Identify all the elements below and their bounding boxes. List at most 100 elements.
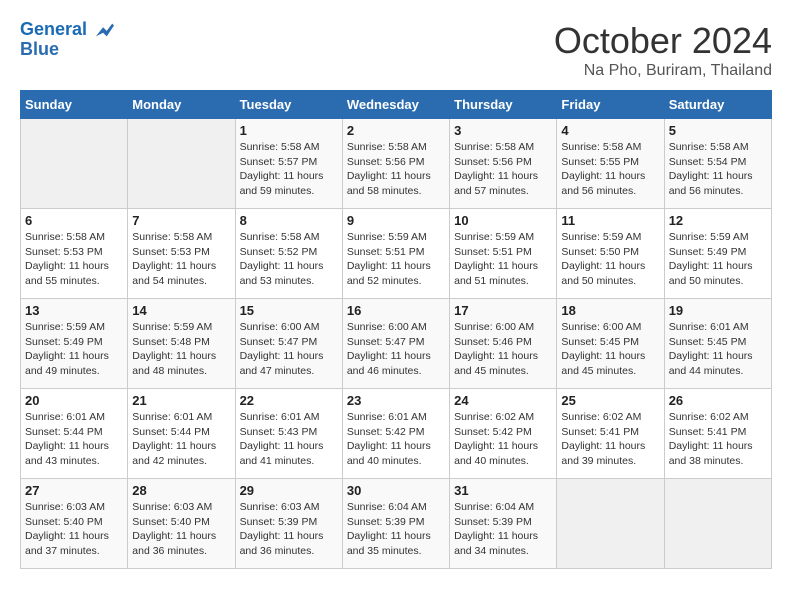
day-info: Sunrise: 5:59 AMSunset: 5:51 PMDaylight:… xyxy=(347,230,445,289)
calendar-cell: 21Sunrise: 6:01 AMSunset: 5:44 PMDayligh… xyxy=(128,389,235,479)
day-info: Sunrise: 6:03 AMSunset: 5:40 PMDaylight:… xyxy=(25,500,123,559)
day-info: Sunrise: 5:58 AMSunset: 5:56 PMDaylight:… xyxy=(454,140,552,199)
day-info: Sunrise: 6:02 AMSunset: 5:42 PMDaylight:… xyxy=(454,410,552,469)
day-info: Sunrise: 5:58 AMSunset: 5:53 PMDaylight:… xyxy=(132,230,230,289)
day-info: Sunrise: 5:58 AMSunset: 5:52 PMDaylight:… xyxy=(240,230,338,289)
day-info: Sunrise: 5:59 AMSunset: 5:50 PMDaylight:… xyxy=(561,230,659,289)
day-info: Sunrise: 5:58 AMSunset: 5:57 PMDaylight:… xyxy=(240,140,338,199)
calendar-cell: 22 Sunrise: 6:01 AMSunset: 5:43 PMDayligh… xyxy=(235,389,342,479)
day-number: 31 xyxy=(454,483,552,498)
weekday-header-monday: Monday xyxy=(128,91,235,119)
calendar-cell xyxy=(21,119,128,209)
calendar-cell: 12 Sunrise: 5:59 AMSunset: 5:49 PMDayligh… xyxy=(664,209,771,299)
calendar-cell: 23 Sunrise: 6:01 AMSunset: 5:42 PMDayligh… xyxy=(342,389,449,479)
calendar-cell: 19Sunrise: 6:01 AMSunset: 5:45 PMDayligh… xyxy=(664,299,771,389)
calendar-cell: 2 Sunrise: 5:58 AMSunset: 5:56 PMDaylight… xyxy=(342,119,449,209)
calendar-cell: 7 Sunrise: 5:58 AMSunset: 5:53 PMDaylight… xyxy=(128,209,235,299)
day-number: 29 xyxy=(240,483,338,498)
day-number: 10 xyxy=(454,213,552,228)
calendar-cell: 13 Sunrise: 5:59 AMSunset: 5:49 PMDayligh… xyxy=(21,299,128,389)
day-number: 23 xyxy=(347,393,445,408)
title-block: October 2024 Na Pho, Buriram, Thailand xyxy=(554,20,772,80)
day-number: 30 xyxy=(347,483,445,498)
day-number: 2 xyxy=(347,123,445,138)
day-number: 25 xyxy=(561,393,659,408)
calendar-cell: 29Sunrise: 6:03 AMSunset: 5:39 PMDayligh… xyxy=(235,479,342,569)
day-info: Sunrise: 6:04 AMSunset: 5:39 PMDaylight:… xyxy=(454,500,552,559)
day-info: Sunrise: 5:59 AMSunset: 5:49 PMDaylight:… xyxy=(25,320,123,379)
logo-general: General xyxy=(20,19,87,39)
page-header: General Blue October 2024 Na Pho, Burira… xyxy=(20,20,772,80)
day-info: Sunrise: 6:00 AMSunset: 5:47 PMDaylight:… xyxy=(240,320,338,379)
day-info: Sunrise: 5:59 AMSunset: 5:49 PMDaylight:… xyxy=(669,230,767,289)
weekday-header-sunday: Sunday xyxy=(21,91,128,119)
calendar-cell: 15 Sunrise: 6:00 AMSunset: 5:47 PMDayligh… xyxy=(235,299,342,389)
day-number: 14 xyxy=(132,303,230,318)
logo-blue: Blue xyxy=(20,39,59,59)
day-info: Sunrise: 5:58 AMSunset: 5:56 PMDaylight:… xyxy=(347,140,445,199)
month-title: October 2024 xyxy=(554,20,772,62)
day-info: Sunrise: 5:58 AMSunset: 5:53 PMDaylight:… xyxy=(25,230,123,289)
day-info: Sunrise: 5:58 AMSunset: 5:55 PMDaylight:… xyxy=(561,140,659,199)
calendar-cell: 18 Sunrise: 6:00 AMSunset: 5:45 PMDayligh… xyxy=(557,299,664,389)
day-number: 28 xyxy=(132,483,230,498)
calendar-cell: 1Sunrise: 5:58 AMSunset: 5:57 PMDaylight… xyxy=(235,119,342,209)
day-info: Sunrise: 6:04 AMSunset: 5:39 PMDaylight:… xyxy=(347,500,445,559)
calendar-cell: 6 Sunrise: 5:58 AMSunset: 5:53 PMDaylight… xyxy=(21,209,128,299)
calendar-week-4: 20 Sunrise: 6:01 AMSunset: 5:44 PMDayligh… xyxy=(21,389,772,479)
day-info: Sunrise: 6:02 AMSunset: 5:41 PMDaylight:… xyxy=(669,410,767,469)
day-info: Sunrise: 5:58 AMSunset: 5:54 PMDaylight:… xyxy=(669,140,767,199)
calendar-cell: 20 Sunrise: 6:01 AMSunset: 5:44 PMDayligh… xyxy=(21,389,128,479)
calendar-cell: 16Sunrise: 6:00 AMSunset: 5:47 PMDayligh… xyxy=(342,299,449,389)
calendar-cell: 5 Sunrise: 5:58 AMSunset: 5:54 PMDaylight… xyxy=(664,119,771,209)
day-number: 9 xyxy=(347,213,445,228)
calendar-cell: 26 Sunrise: 6:02 AMSunset: 5:41 PMDayligh… xyxy=(664,389,771,479)
day-number: 15 xyxy=(240,303,338,318)
day-number: 18 xyxy=(561,303,659,318)
day-number: 6 xyxy=(25,213,123,228)
calendar-cell: 14Sunrise: 5:59 AMSunset: 5:48 PMDayligh… xyxy=(128,299,235,389)
day-number: 20 xyxy=(25,393,123,408)
calendar-cell: 4 Sunrise: 5:58 AMSunset: 5:55 PMDaylight… xyxy=(557,119,664,209)
weekday-header-saturday: Saturday xyxy=(664,91,771,119)
calendar-cell: 24 Sunrise: 6:02 AMSunset: 5:42 PMDayligh… xyxy=(450,389,557,479)
calendar-cell: 10Sunrise: 5:59 AMSunset: 5:51 PMDayligh… xyxy=(450,209,557,299)
day-info: Sunrise: 6:00 AMSunset: 5:45 PMDaylight:… xyxy=(561,320,659,379)
calendar-cell: 31 Sunrise: 6:04 AMSunset: 5:39 PMDayligh… xyxy=(450,479,557,569)
calendar-cell: 11Sunrise: 5:59 AMSunset: 5:50 PMDayligh… xyxy=(557,209,664,299)
day-number: 5 xyxy=(669,123,767,138)
day-number: 12 xyxy=(669,213,767,228)
day-info: Sunrise: 6:01 AMSunset: 5:43 PMDaylight:… xyxy=(240,410,338,469)
day-info: Sunrise: 6:01 AMSunset: 5:42 PMDaylight:… xyxy=(347,410,445,469)
day-number: 4 xyxy=(561,123,659,138)
weekday-header-friday: Friday xyxy=(557,91,664,119)
day-number: 16 xyxy=(347,303,445,318)
location-subtitle: Na Pho, Buriram, Thailand xyxy=(554,62,772,80)
day-number: 8 xyxy=(240,213,338,228)
logo: General Blue xyxy=(20,20,114,60)
day-number: 3 xyxy=(454,123,552,138)
day-number: 7 xyxy=(132,213,230,228)
calendar-cell xyxy=(557,479,664,569)
calendar-cell: 8 Sunrise: 5:58 AMSunset: 5:52 PMDaylight… xyxy=(235,209,342,299)
calendar-cell: 28 Sunrise: 6:03 AMSunset: 5:40 PMDayligh… xyxy=(128,479,235,569)
day-number: 26 xyxy=(669,393,767,408)
calendar-cell: 27Sunrise: 6:03 AMSunset: 5:40 PMDayligh… xyxy=(21,479,128,569)
day-info: Sunrise: 6:01 AMSunset: 5:44 PMDaylight:… xyxy=(25,410,123,469)
day-info: Sunrise: 6:03 AMSunset: 5:40 PMDaylight:… xyxy=(132,500,230,559)
calendar-table: SundayMondayTuesdayWednesdayThursdayFrid… xyxy=(20,90,772,569)
weekday-header-wednesday: Wednesday xyxy=(342,91,449,119)
calendar-week-2: 6 Sunrise: 5:58 AMSunset: 5:53 PMDaylight… xyxy=(21,209,772,299)
calendar-week-1: 1Sunrise: 5:58 AMSunset: 5:57 PMDaylight… xyxy=(21,119,772,209)
logo-bird-icon xyxy=(94,20,114,40)
day-number: 24 xyxy=(454,393,552,408)
calendar-cell: 9 Sunrise: 5:59 AMSunset: 5:51 PMDaylight… xyxy=(342,209,449,299)
weekday-header-tuesday: Tuesday xyxy=(235,91,342,119)
day-number: 22 xyxy=(240,393,338,408)
calendar-cell: 30 Sunrise: 6:04 AMSunset: 5:39 PMDayligh… xyxy=(342,479,449,569)
day-number: 19 xyxy=(669,303,767,318)
day-number: 13 xyxy=(25,303,123,318)
calendar-cell: 25Sunrise: 6:02 AMSunset: 5:41 PMDayligh… xyxy=(557,389,664,479)
calendar-cell: 17Sunrise: 6:00 AMSunset: 5:46 PMDayligh… xyxy=(450,299,557,389)
day-info: Sunrise: 6:01 AMSunset: 5:44 PMDaylight:… xyxy=(132,410,230,469)
